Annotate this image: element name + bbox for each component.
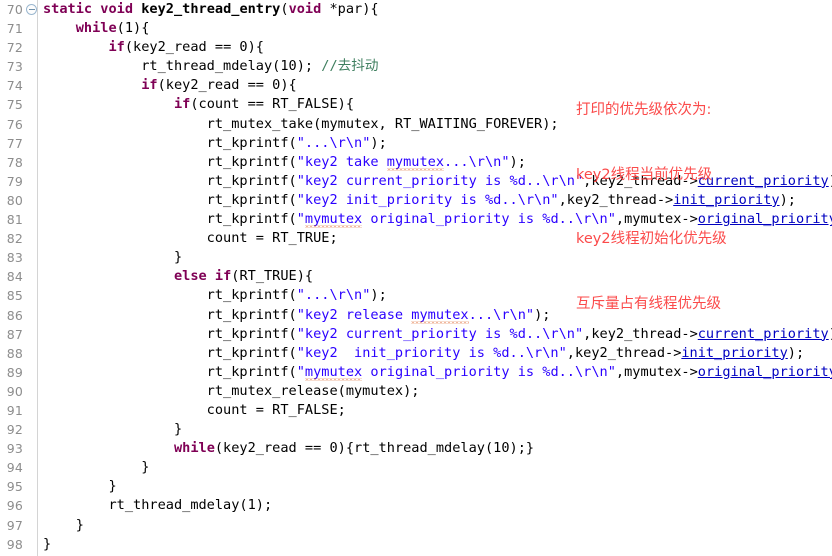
code-line[interactable]: } bbox=[39, 248, 832, 267]
code-line[interactable]: rt_kprintf("key2 current_priority is %d.… bbox=[39, 325, 832, 344]
gutter-row: 91 bbox=[0, 401, 37, 420]
line-number: 88 bbox=[6, 345, 23, 361]
gutter-row: 94 bbox=[0, 458, 37, 477]
code-line[interactable]: rt_mutex_release(mymutex); bbox=[39, 382, 832, 401]
code-content-area[interactable]: static void key2_thread_entry(void *par)… bbox=[39, 0, 832, 556]
code-line[interactable]: rt_mutex_take(mymutex, RT_WAITING_FOREVE… bbox=[39, 115, 832, 134]
code-line[interactable]: else if(RT_TRUE){ bbox=[39, 267, 832, 286]
code-line[interactable]: rt_kprintf("key2 init_priority is %d..\r… bbox=[39, 344, 832, 363]
code-line[interactable]: } bbox=[39, 420, 832, 439]
line-number: 86 bbox=[6, 307, 23, 323]
code-editor[interactable]: 70 71 72 73 74 75 76 77 78 79 80 81 82 8… bbox=[0, 0, 832, 556]
code-line[interactable]: rt_thread_mdelay(10); //去抖动 bbox=[39, 57, 832, 76]
line-number: 98 bbox=[6, 536, 23, 552]
code-line[interactable]: if(key2_read == 0){ bbox=[39, 38, 832, 57]
gutter-row: 96 bbox=[0, 496, 37, 515]
line-number: 81 bbox=[6, 212, 23, 228]
line-number: 73 bbox=[6, 59, 23, 75]
line-number: 91 bbox=[6, 402, 23, 418]
line-number: 82 bbox=[6, 231, 23, 247]
gutter-row: 95 bbox=[0, 477, 37, 496]
line-number: 80 bbox=[6, 192, 23, 208]
line-number: 95 bbox=[6, 479, 23, 495]
line-number: 76 bbox=[6, 116, 23, 132]
gutter-row: 93 bbox=[0, 439, 37, 458]
gutter-row: 76 bbox=[0, 115, 37, 134]
line-number: 77 bbox=[6, 135, 23, 151]
gutter-row: 87 bbox=[0, 325, 37, 344]
code-line[interactable]: rt_kprintf("key2 release mymutex...\r\n"… bbox=[39, 306, 832, 325]
code-line[interactable]: rt_kprintf("...\r\n"); bbox=[39, 134, 832, 153]
code-line[interactable]: rt_kprintf("key2 init_priority is %d..\r… bbox=[39, 191, 832, 210]
gutter-row: 98 bbox=[0, 535, 37, 554]
code-line[interactable]: static void key2_thread_entry(void *par)… bbox=[39, 0, 832, 19]
code-line[interactable]: } bbox=[39, 535, 832, 554]
line-number: 78 bbox=[6, 154, 23, 170]
code-line[interactable]: } bbox=[39, 477, 832, 496]
code-line[interactable]: if(key2_read == 0){ bbox=[39, 76, 832, 95]
code-line[interactable]: } bbox=[39, 516, 832, 535]
code-line[interactable]: rt_kprintf("mymutex original_priority is… bbox=[39, 210, 832, 229]
code-line[interactable]: while(key2_read == 0){rt_thread_mdelay(1… bbox=[39, 439, 832, 458]
gutter-row: 70 bbox=[0, 0, 37, 19]
gutter-row: 88 bbox=[0, 344, 37, 363]
gutter-row: 92 bbox=[0, 420, 37, 439]
line-number: 96 bbox=[6, 498, 23, 514]
gutter-row: 90 bbox=[0, 382, 37, 401]
gutter-row: 79 bbox=[0, 172, 37, 191]
gutter-row: 71 bbox=[0, 19, 37, 38]
line-number: 97 bbox=[6, 517, 23, 533]
code-line[interactable]: count = RT_FALSE; bbox=[39, 401, 832, 420]
line-number: 93 bbox=[6, 441, 23, 457]
line-number: 84 bbox=[6, 269, 23, 285]
code-line[interactable]: } bbox=[39, 458, 832, 477]
gutter-row: 78 bbox=[0, 153, 37, 172]
line-number-gutter[interactable]: 70 71 72 73 74 75 76 77 78 79 80 81 82 8… bbox=[0, 0, 38, 556]
line-number: 79 bbox=[6, 173, 23, 189]
gutter-row: 89 bbox=[0, 363, 37, 382]
line-number: 89 bbox=[6, 364, 23, 380]
line-number: 94 bbox=[6, 460, 23, 476]
gutter-row: 75 bbox=[0, 95, 37, 114]
gutter-row: 74 bbox=[0, 76, 37, 95]
line-number: 85 bbox=[6, 288, 23, 304]
gutter-row: 97 bbox=[0, 516, 37, 535]
line-number: 70 bbox=[6, 2, 23, 17]
line-number: 75 bbox=[6, 97, 23, 113]
line-number: 71 bbox=[6, 21, 23, 37]
code-line[interactable]: while(1){ bbox=[39, 19, 832, 38]
gutter-row: 82 bbox=[0, 229, 37, 248]
gutter-row: 81 bbox=[0, 210, 37, 229]
line-number: 92 bbox=[6, 422, 23, 438]
gutter-row: 85 bbox=[0, 286, 37, 305]
gutter-row: 73 bbox=[0, 57, 37, 76]
gutter-row: 83 bbox=[0, 248, 37, 267]
gutter-row: 77 bbox=[0, 134, 37, 153]
line-number: 72 bbox=[6, 40, 23, 56]
gutter-row: 86 bbox=[0, 306, 37, 325]
code-line[interactable]: rt_kprintf("...\r\n"); bbox=[39, 286, 832, 305]
code-line[interactable]: if(count == RT_FALSE){ bbox=[39, 95, 832, 114]
line-number: 74 bbox=[6, 78, 23, 94]
code-line[interactable]: rt_kprintf("mymutex original_priority is… bbox=[39, 363, 832, 382]
line-number: 87 bbox=[6, 326, 23, 342]
line-number: 83 bbox=[6, 250, 23, 266]
gutter-row: 84 bbox=[0, 267, 37, 286]
fold-collapse-icon[interactable] bbox=[26, 4, 37, 15]
line-number: 90 bbox=[6, 383, 23, 399]
code-line[interactable]: count = RT_TRUE; bbox=[39, 229, 832, 248]
code-line[interactable]: rt_kprintf("key2 current_priority is %d.… bbox=[39, 172, 832, 191]
gutter-row: 80 bbox=[0, 191, 37, 210]
gutter-row: 72 bbox=[0, 38, 37, 57]
code-line[interactable]: rt_thread_mdelay(1); bbox=[39, 496, 832, 515]
code-line[interactable]: rt_kprintf("key2 take mymutex...\r\n"); bbox=[39, 153, 832, 172]
